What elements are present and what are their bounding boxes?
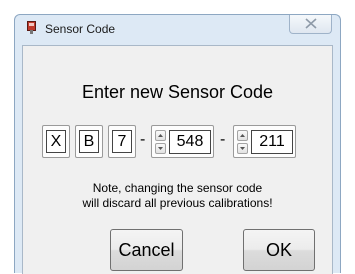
code-number-2-field[interactable]: 211: [251, 130, 293, 154]
warning-line-1: Note, changing the sensor code: [92, 181, 263, 195]
code-number-1-field[interactable]: 548: [169, 130, 211, 154]
code-char-1-box: X: [42, 125, 70, 158]
code-number-2-increment[interactable]: [237, 130, 248, 141]
cancel-button[interactable]: Cancel: [110, 229, 183, 271]
ok-button[interactable]: OK: [243, 229, 315, 271]
dialog-body: Enter new Sensor Code X B 7 - 548 - 211 …: [22, 45, 333, 274]
code-separator-2: -: [220, 131, 226, 148]
sensor-app-icon: [27, 21, 36, 34]
arrow-up-icon: [158, 134, 163, 137]
code-char-3-box: 7: [108, 125, 136, 158]
code-separator-1: -: [140, 131, 146, 148]
code-number-1-stepper: [155, 130, 166, 154]
calibration-warning: Note, changing the sensor code will disc…: [23, 181, 332, 211]
code-char-3-field[interactable]: 7: [112, 130, 132, 153]
code-number-1-box: 548: [151, 125, 214, 158]
close-icon: [305, 18, 317, 29]
code-number-2-box: 211: [233, 125, 296, 158]
title-bar[interactable]: Sensor Code: [15, 15, 340, 41]
code-number-2-decrement[interactable]: [237, 143, 248, 154]
code-number-1-decrement[interactable]: [155, 143, 166, 154]
code-number-2-stepper: [237, 130, 248, 154]
dialog-heading: Enter new Sensor Code: [81, 82, 274, 102]
arrow-down-icon: [240, 147, 245, 150]
code-char-2-field[interactable]: B: [79, 130, 99, 153]
sensor-code-window: Sensor Code Enter new Sensor Code X B 7 …: [14, 14, 341, 274]
warning-line-2: will discard all previous calibrations!: [82, 196, 273, 210]
arrow-down-icon: [158, 147, 163, 150]
close-button[interactable]: [289, 15, 332, 34]
code-number-1-increment[interactable]: [155, 130, 166, 141]
arrow-up-icon: [240, 134, 245, 137]
code-char-1-field[interactable]: X: [46, 130, 66, 153]
window-title: Sensor Code: [45, 22, 116, 36]
code-char-2-box: B: [75, 125, 103, 158]
